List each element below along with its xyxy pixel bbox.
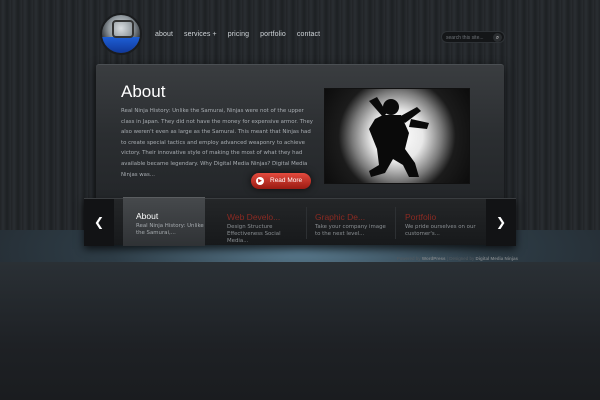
site-logo[interactable] (100, 13, 142, 55)
feature-slider: ❮ About Real Ninja History: Unlike the S… (84, 197, 516, 246)
footer-wordpress-link[interactable]: WordPress (422, 256, 446, 261)
background-floor (0, 262, 600, 400)
feature-image (324, 88, 470, 184)
slider-item-web-development[interactable]: Web Develo... Design Structure Effective… (214, 199, 300, 246)
search-input[interactable] (446, 33, 494, 42)
slider-item-desc: We pride ourselves on our customer's... (405, 224, 476, 237)
slider-item-desc: Design Structure Effectiveness Social Me… (227, 224, 281, 244)
logo-blue-band (102, 37, 140, 53)
slider-next-button[interactable]: ❯ (486, 199, 516, 246)
nav-services[interactable]: services + (184, 31, 217, 38)
slider-item-portfolio[interactable]: Portfolio We pride ourselves on our cust… (392, 199, 480, 246)
slider-item-desc: Real Ninja History: Unlike the Samurai,.… (136, 223, 204, 236)
search-box: ⌕ (441, 31, 505, 43)
slider-prev-button[interactable]: ❮ (84, 199, 114, 246)
slider-item-desc: Take your company image to the next leve… (315, 224, 386, 237)
feature-body: Real Ninja History: Unlike the Samurai, … (121, 108, 313, 178)
slider-item-title: Web Develo... (227, 212, 281, 222)
read-more-button[interactable]: ▶ Read More (251, 173, 311, 189)
logo-maze-icon (112, 20, 134, 38)
feature-title: About (121, 82, 166, 101)
nav-pricing[interactable]: pricing (228, 31, 249, 38)
arrow-circle-icon: ▶ (256, 177, 264, 185)
slider-item-graphic-design[interactable]: Graphic De... Take your company image to… (302, 199, 388, 246)
ninja-silhouette-icon (369, 97, 429, 177)
slider-item-title: About (136, 211, 159, 221)
nav-about[interactable]: about (155, 31, 173, 38)
slider-item-about[interactable]: About Real Ninja History: Unlike the Sam… (123, 197, 205, 246)
nav-contact[interactable]: contact (297, 31, 320, 38)
site-footer: Powered by WordPress | Designed by Digit… (300, 256, 518, 261)
read-more-label: Read More (270, 177, 303, 184)
featured-panel: About Real Ninja History: Unlike the Sam… (96, 64, 504, 204)
footer-designer-link[interactable]: Digital Media Ninjas (475, 256, 518, 261)
main-nav: about services + pricing portfolio conta… (155, 31, 331, 38)
slider-item-title: Portfolio (405, 212, 437, 222)
footer-designed-prefix: | Designed by (446, 256, 475, 261)
slider-item-title: Graphic De... (315, 212, 366, 222)
nav-portfolio[interactable]: portfolio (260, 31, 286, 38)
search-icon[interactable]: ⌕ (493, 33, 502, 42)
footer-powered-prefix: Powered by (396, 256, 421, 261)
